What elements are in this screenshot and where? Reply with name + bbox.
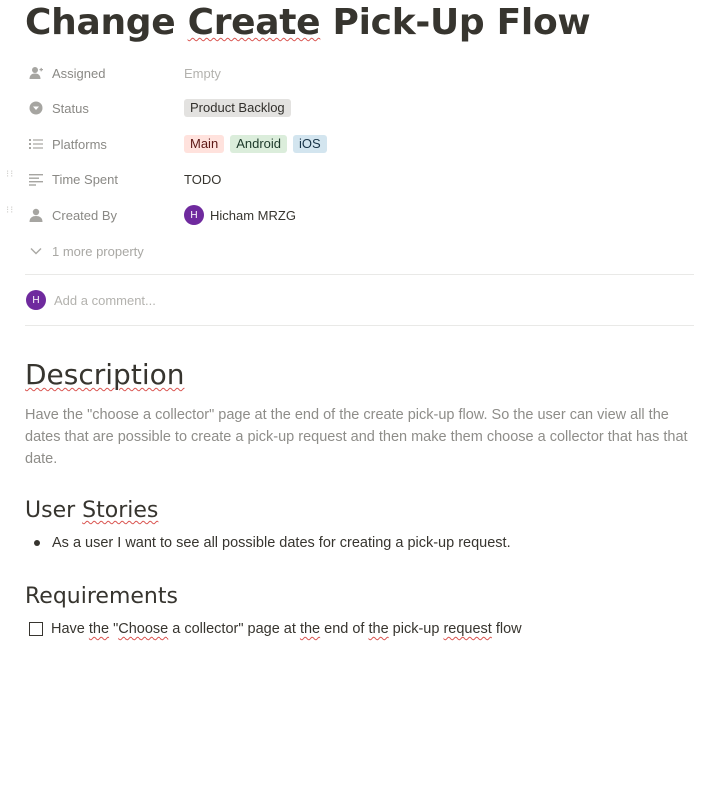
property-key: Time Spent [25,171,184,187]
comment-input[interactable]: Add a comment... [54,293,156,308]
requirements-heading[interactable]: Requirements [25,584,178,609]
property-value[interactable]: Empty [184,66,221,81]
text-segment: end of [320,621,369,637]
assigned-value: Empty [184,65,221,81]
property-time-spent[interactable]: Time Spent TODO [25,165,695,193]
text-segment: pick-up [388,621,444,637]
status-badge[interactable]: Product Backlog [184,99,291,117]
text-segment-misspelled: request [443,621,492,637]
bullet-icon [34,540,40,546]
divider [25,274,694,275]
property-key: Status [25,100,184,116]
status-chevron-icon [28,100,44,116]
text-segment-misspelled: Choose [118,621,169,637]
list-icon [28,136,44,152]
todo-text: Have the "Choose a collector" page at th… [51,621,522,637]
more-properties-label: 1 more property [52,243,144,259]
property-status[interactable]: Status Product Backlog [25,94,695,122]
property-platforms[interactable]: Platforms Main Android iOS [25,130,695,158]
title-segment: Change [25,2,188,43]
user-stories-heading[interactable]: User Stories [25,498,158,523]
property-key-label: Time Spent [52,171,118,187]
time-spent-value: TODO [184,171,222,187]
property-key-label: Platforms [52,136,107,152]
property-assigned[interactable]: Assigned Empty [25,59,695,87]
avatar: H [26,290,46,310]
todo-item[interactable]: Have the "Choose a collector" page at th… [25,621,522,637]
property-key: Platforms [25,136,184,152]
property-key-label: Status [52,100,89,116]
drag-handle-icon[interactable]: ⁝⁝ [6,206,14,222]
property-key: Assigned [25,65,184,81]
property-value[interactable]: TODO [184,172,221,187]
person-add-icon [28,65,44,81]
drag-handle-icon[interactable]: ⁝⁝ [6,170,14,186]
text-segment: Have [51,621,89,637]
property-key: Created By [25,207,184,223]
divider [25,325,694,326]
property-value: H Hicham MRZG [184,205,296,225]
platform-tag-ios[interactable]: iOS [293,135,327,153]
description-heading[interactable]: Description [25,358,184,391]
created-by-name: Hicham MRZG [210,207,296,223]
page-title[interactable]: Change Create Pick-Up Flow [25,2,591,43]
platform-tag-main[interactable]: Main [184,135,225,153]
text-lines-icon [28,171,44,187]
text-segment: flow [491,621,522,637]
text-segment-misspelled: the [88,621,110,637]
text-segment-misspelled: the [368,621,389,637]
platform-tag-android[interactable]: Android [230,135,287,153]
text-segment-misspelled: the [299,621,321,637]
page: Change Create Pick-Up Flow Assigned Empt… [0,0,725,785]
property-value[interactable]: Product Backlog [184,99,297,117]
property-key-label: Created By [52,207,118,223]
checkbox[interactable] [29,622,43,636]
title-segment: Pick-Up Flow [320,2,591,43]
avatar: H [184,205,204,225]
heading-segment: User [25,498,83,523]
text-segment: a collector" page at [168,621,300,637]
comment-input-row[interactable]: H Add a comment... [25,289,156,311]
user-story-text: As a user I want to see all possible dat… [52,535,511,551]
person-icon [28,207,44,223]
heading-segment-misspelled: Stories [82,498,159,523]
title-segment-misspelled: Create [187,2,321,43]
description-text[interactable]: Have the "choose a collector" page at th… [25,404,705,470]
list-item[interactable]: As a user I want to see all possible dat… [25,535,511,551]
property-created-by[interactable]: Created By H Hicham MRZG [25,201,695,229]
chevron-down-icon [28,243,44,259]
text-segment: " [109,621,119,637]
more-properties-toggle[interactable]: 1 more property [25,240,144,262]
property-key-label: Assigned [52,65,106,81]
property-value[interactable]: Main Android iOS [184,135,333,153]
